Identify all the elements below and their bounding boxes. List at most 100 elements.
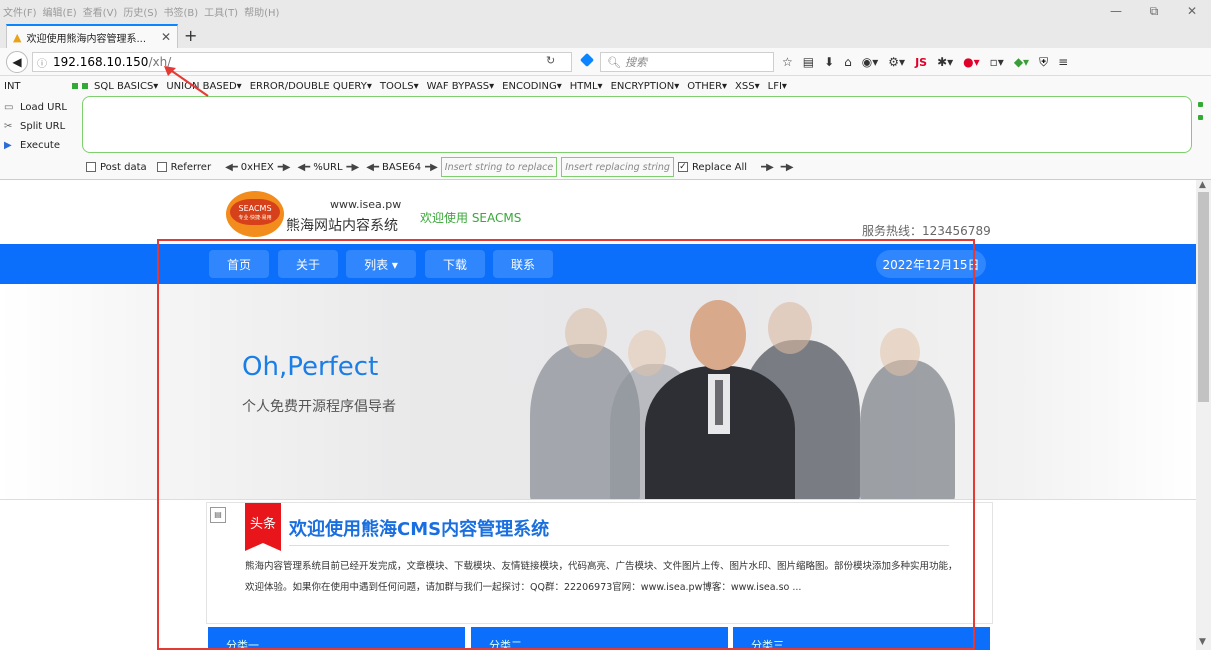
- green-dot-icon: [82, 83, 88, 89]
- site-nav: 首页 关于 列表 ▾ 下载 联系 2022年12月15日: [0, 244, 1196, 284]
- menu-tools-hb[interactable]: TOOLS▾: [380, 81, 419, 92]
- reader-icon[interactable]: ▤: [803, 55, 814, 69]
- green-dot-icon: [72, 83, 78, 89]
- reload-icon[interactable]: ↻: [546, 54, 555, 67]
- menu-view[interactable]: 查看(V): [80, 4, 121, 19]
- red-annotation-arrow: [164, 66, 209, 97]
- hackbar-type-select[interactable]: INT: [0, 81, 72, 92]
- pocket-icon[interactable]: [579, 52, 595, 68]
- hackbar-toggle[interactable]: [72, 83, 94, 89]
- nav-home[interactable]: 首页: [209, 250, 269, 278]
- category-three[interactable]: 分类三: [733, 627, 990, 650]
- favicon-icon: ▲: [13, 30, 22, 44]
- checkbox-icon: [156, 162, 167, 172]
- headline-body: 熊海内容管理系统目前已经开发完成，文章模块、下载模块、友情链接模块，代码高亮、广…: [245, 561, 958, 593]
- green-marker-icon: [1198, 115, 1203, 120]
- hex-encode-arrow[interactable]: ◀━: [225, 162, 238, 173]
- addon-icon[interactable]: ⚙▾: [888, 55, 905, 69]
- menu-encryption[interactable]: ENCRYPTION▾: [611, 81, 680, 92]
- extension-icon[interactable]: ◆▾: [1014, 55, 1029, 69]
- scroll-up-icon[interactable]: ▲: [1199, 180, 1206, 190]
- window-controls: — ⧉ ✕: [1097, 0, 1211, 22]
- menu-error-query[interactable]: ERROR/DOUBLE QUERY▾: [250, 81, 372, 92]
- menu-xss[interactable]: XSS▾: [735, 81, 760, 92]
- person-main-head: [690, 300, 746, 370]
- menu-encoding[interactable]: ENCODING▾: [502, 81, 562, 92]
- menu-other[interactable]: OTHER▾: [687, 81, 727, 92]
- bookmark-star-icon[interactable]: ☆: [782, 55, 793, 69]
- replace-back-arrow[interactable]: ━▶: [781, 162, 794, 173]
- replace-all-label: Replace All: [691, 161, 748, 173]
- person-head-3: [768, 302, 812, 354]
- hackbar-side-markers: [1198, 102, 1204, 128]
- hamburger-menu-icon[interactable]: ≡: [1058, 55, 1068, 69]
- replace-arrow[interactable]: ━▶: [761, 162, 774, 173]
- headline-news: ▤ 头条 欢迎使用熊海CMS内容管理系统 熊海内容管理系统目前已经开发完成，文章…: [206, 502, 993, 624]
- shield-icon[interactable]: ⛨: [1039, 55, 1048, 70]
- menu-history[interactable]: 历史(S): [120, 4, 160, 19]
- sync-icon[interactable]: ◉▾: [862, 55, 879, 69]
- nav-list[interactable]: 列表 ▾: [346, 250, 416, 278]
- execute-label: Execute: [20, 140, 60, 151]
- menu-html[interactable]: HTML▾: [570, 81, 603, 92]
- checkbox-icon: [86, 162, 96, 172]
- category-one[interactable]: 分类一: [208, 627, 465, 650]
- menu-help[interactable]: 帮助(H): [241, 4, 282, 19]
- scrollbar-thumb[interactable]: [1198, 192, 1209, 402]
- hex-decode-arrow[interactable]: ━▶: [278, 162, 291, 173]
- tab-close-icon[interactable]: ✕: [161, 30, 171, 44]
- url-encode-arrow[interactable]: ◀━: [297, 162, 310, 173]
- menu-bookmarks[interactable]: 书签(B): [161, 4, 202, 19]
- person-head-4: [880, 328, 920, 376]
- referrer-label: Referrer: [170, 161, 212, 173]
- welcome-text: 欢迎使用 SEACMS: [420, 211, 522, 225]
- search-icon: 🔍︎: [607, 55, 621, 69]
- b64-encode-arrow[interactable]: ◀━: [366, 162, 379, 173]
- hero-banner: Oh,Perfect 个人免费开源程序倡导者: [0, 284, 1196, 500]
- page-icon[interactable]: ▫▾: [990, 55, 1004, 69]
- info-icon[interactable]: ⓘ: [37, 55, 47, 70]
- menu-tools[interactable]: 工具(T): [201, 4, 241, 19]
- menu-edit[interactable]: 编辑(E): [40, 4, 80, 19]
- toolbar-icons: ☆ ▤ ⬇ ⌂ ◉▾ ⚙▾ JS ✱▾ ●▾ ▫▾ ◆▾ ⛨ ≡: [782, 52, 1078, 72]
- replacing-string-input[interactable]: Insert replacing string: [561, 157, 674, 177]
- nav-contact[interactable]: 联系: [493, 250, 553, 278]
- replace-all-checkbox[interactable]: ✓ Replace All: [677, 161, 748, 173]
- referrer-checkbox[interactable]: Referrer: [156, 161, 212, 173]
- url-decode-arrow[interactable]: ━▶: [347, 162, 360, 173]
- url-bar[interactable]: ⓘ 192.168.10.150/xh/: [32, 52, 572, 72]
- back-button[interactable]: ◀: [6, 51, 28, 73]
- restore-button[interactable]: ⧉: [1135, 0, 1173, 22]
- scroll-down-icon[interactable]: ▼: [1199, 637, 1206, 647]
- person-blur-4: [860, 360, 955, 500]
- menu-sql-basics[interactable]: SQL BASICS▾: [94, 81, 158, 92]
- minimize-button[interactable]: —: [1097, 0, 1135, 22]
- home-icon[interactable]: ⌂: [844, 55, 852, 69]
- nav-download[interactable]: 下载: [425, 250, 485, 278]
- hackbar-options: Post data Referrer ◀━ 0xHEX ━▶ ◀━ %URL ━▶ ◀━…: [86, 157, 797, 177]
- seacms-logo[interactable]: SEACMS 专业·快捷·易用: [226, 191, 284, 237]
- execute-button[interactable]: ▶ Execute: [4, 136, 79, 155]
- js-toggle-icon[interactable]: JS: [915, 56, 927, 69]
- menu-file[interactable]: 文件(F): [0, 4, 40, 19]
- replace-string-input[interactable]: Insert string to replace: [440, 157, 558, 177]
- url-label: %URL: [313, 161, 343, 173]
- hackbar-url-textarea[interactable]: [82, 96, 1192, 153]
- load-url-button[interactable]: ▭ Load URL: [4, 98, 79, 117]
- hotline-text: 服务热线：123456789: [862, 224, 991, 238]
- headline-title[interactable]: 欢迎使用熊海CMS内容管理系统: [289, 515, 549, 541]
- tab-active[interactable]: ▲ 欢迎使用熊海内容管理系... ✕: [6, 24, 178, 48]
- hackbar-icon[interactable]: ●▾: [963, 55, 980, 69]
- download-icon[interactable]: ⬇: [824, 55, 834, 69]
- post-data-checkbox[interactable]: Post data: [86, 162, 147, 173]
- wand-icon[interactable]: ✱▾: [937, 55, 953, 69]
- close-window-button[interactable]: ✕: [1173, 0, 1211, 22]
- b64-decode-arrow[interactable]: ━▶: [425, 162, 438, 173]
- search-input[interactable]: 🔍︎ 搜索: [600, 52, 774, 72]
- menu-waf-bypass[interactable]: WAF BYPASS▾: [427, 81, 494, 92]
- new-tab-button[interactable]: +: [184, 26, 197, 45]
- menu-lfi[interactable]: LFI▾: [768, 81, 787, 92]
- nav-about[interactable]: 关于: [278, 250, 338, 278]
- split-url-button[interactable]: ✂ Split URL: [4, 117, 79, 136]
- category-two[interactable]: 分类二: [471, 627, 728, 650]
